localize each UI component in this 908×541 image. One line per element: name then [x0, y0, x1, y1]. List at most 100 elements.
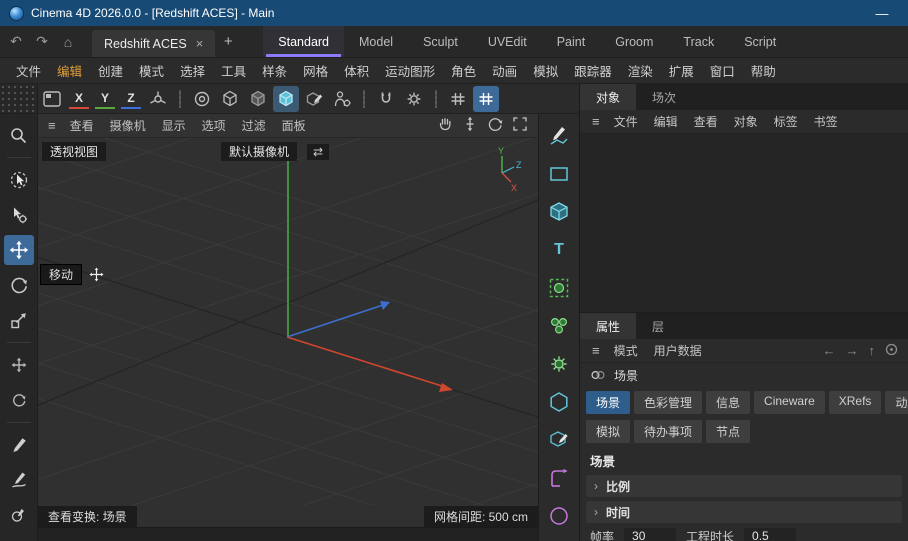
menu-item-render[interactable]: 渲染	[620, 61, 661, 80]
rectangle-spline-icon[interactable]	[543, 160, 575, 188]
menu-item-edit[interactable]: 编辑	[49, 61, 90, 80]
spline-pen-icon[interactable]	[543, 122, 575, 150]
menu-item-file[interactable]: 文件	[8, 61, 49, 80]
am-menu-mode[interactable]: 模式	[606, 342, 646, 359]
menu-item-character[interactable]: 角色	[443, 61, 484, 80]
tab-layers[interactable]: 层	[636, 313, 680, 339]
view-name-label[interactable]: 透视视图	[42, 142, 106, 161]
orbit-view-icon[interactable]	[487, 116, 503, 135]
maximize-view-icon[interactable]	[512, 116, 528, 135]
spline-arc-pen-icon[interactable]	[4, 500, 34, 530]
lock-z-axis-button[interactable]: Z	[121, 89, 141, 109]
am-parent-up-icon[interactable]: ↑	[869, 343, 876, 358]
attr-tab-cineware[interactable]: Cineware	[754, 391, 825, 414]
layout-tab-script[interactable]: Script	[729, 26, 791, 57]
tab-objects[interactable]: 对象	[580, 84, 636, 110]
viewport-menu-filter[interactable]: 过滤	[234, 117, 274, 134]
attribute-hamburger-icon[interactable]: ≡	[586, 343, 606, 358]
menu-item-window[interactable]: 窗口	[702, 61, 743, 80]
menu-item-select[interactable]: 选择	[172, 61, 213, 80]
menu-item-tools[interactable]: 工具	[213, 61, 254, 80]
object-manager-hamburger-icon[interactable]: ≡	[586, 114, 606, 129]
object-list[interactable]	[580, 134, 908, 313]
tweak-mode-icon[interactable]	[4, 200, 34, 230]
menu-item-simulate[interactable]: 模拟	[525, 61, 566, 80]
om-menu-tags[interactable]: 标签	[766, 113, 806, 130]
minimize-button[interactable]: —	[865, 6, 899, 21]
coordinate-system-icon[interactable]	[145, 86, 171, 112]
mograph-cluster-icon[interactable]	[543, 312, 575, 340]
layout-tab-model[interactable]: Model	[344, 26, 408, 57]
cube-edit-pen-icon[interactable]	[301, 86, 327, 112]
attr-tab-color-management[interactable]: 色彩管理	[634, 391, 702, 414]
cloner-object-icon[interactable]	[543, 274, 575, 302]
lock-y-axis-button[interactable]: Y	[95, 89, 115, 109]
sketch-pen-icon[interactable]	[4, 465, 34, 495]
menu-item-mesh[interactable]: 网格	[295, 61, 336, 80]
per-object-rotate-icon[interactable]	[4, 385, 34, 415]
scale-tool-icon[interactable]	[4, 305, 34, 335]
toolbar-grip[interactable]	[0, 84, 38, 113]
am-history-back-icon[interactable]: ←	[823, 343, 836, 358]
viewport-hamburger-icon[interactable]: ≡	[42, 118, 62, 133]
simulation-gear-icon[interactable]	[543, 350, 575, 378]
magnet-snap-icon[interactable]	[373, 86, 399, 112]
snap-settings-gear-icon[interactable]	[401, 86, 427, 112]
attr-tab-xrefs[interactable]: XRefs	[829, 391, 882, 414]
attr-tab-nodes[interactable]: 节点	[706, 420, 750, 443]
cube-shaded-icon-selected[interactable]	[273, 86, 299, 112]
om-menu-object[interactable]: 对象	[726, 113, 766, 130]
duration-field[interactable]: 0.5	[744, 528, 796, 541]
viewport-menu-display[interactable]: 显示	[154, 117, 194, 134]
cube-wireframe-icon[interactable]	[217, 86, 243, 112]
om-menu-file[interactable]: 文件	[606, 113, 646, 130]
viewport-menu-cameras[interactable]: 摄像机	[102, 117, 154, 134]
am-lock-icon[interactable]	[885, 343, 898, 359]
menu-item-create[interactable]: 创建	[90, 61, 131, 80]
bend-deformer-icon[interactable]	[543, 464, 575, 492]
menu-item-mode[interactable]: 模式	[131, 61, 172, 80]
am-history-forward-icon[interactable]: →	[846, 343, 859, 358]
pan-view-icon[interactable]	[437, 116, 453, 135]
search-commander-icon[interactable]	[4, 120, 34, 150]
tab-takes[interactable]: 场次	[636, 84, 692, 110]
viewport-menu-panel[interactable]: 面板	[274, 117, 314, 134]
cube-solid-icon[interactable]	[245, 86, 271, 112]
new-tab-button[interactable]: +	[215, 26, 241, 57]
axis-orientation-gizmo[interactable]: Y Z X	[484, 146, 528, 192]
rotate-tool-icon[interactable]	[4, 270, 34, 300]
live-selection-icon[interactable]	[4, 165, 34, 195]
layout-tab-groom[interactable]: Groom	[600, 26, 668, 57]
viewport-menu-view[interactable]: 查看	[62, 117, 102, 134]
am-menu-userdata[interactable]: 用户数据	[646, 342, 710, 359]
per-object-move-icon[interactable]	[4, 350, 34, 380]
attr-tab-scene[interactable]: 场景	[586, 391, 630, 414]
viewport-menu-options[interactable]: 选项	[194, 117, 234, 134]
group-time[interactable]: › 时间	[586, 501, 902, 523]
history-forward-button[interactable]: ↷	[30, 30, 54, 54]
om-menu-view[interactable]: 查看	[686, 113, 726, 130]
menu-item-extensions[interactable]: 扩展	[661, 61, 702, 80]
menu-item-spline[interactable]: 样条	[254, 61, 295, 80]
group-scale[interactable]: › 比例	[586, 475, 902, 497]
history-back-button[interactable]: ↶	[4, 30, 28, 54]
quantize-grid-icon-active[interactable]	[473, 86, 499, 112]
viewport-canvas[interactable]: 透视视图 默认摄像机 ⇄ Y Z X	[38, 138, 538, 505]
menu-item-help[interactable]: 帮助	[743, 61, 784, 80]
close-tab-icon[interactable]: ×	[196, 36, 204, 51]
menu-item-volume[interactable]: 体积	[336, 61, 377, 80]
om-menu-edit[interactable]: 编辑	[646, 113, 686, 130]
pen-tool-icon[interactable]	[4, 430, 34, 460]
menu-item-tracker[interactable]: 跟踪器	[566, 61, 620, 80]
attr-tab-animation[interactable]: 动画	[885, 391, 908, 414]
om-menu-bookmarks[interactable]: 书签	[806, 113, 846, 130]
tab-attributes[interactable]: 属性	[580, 313, 636, 339]
attr-tab-todo[interactable]: 待办事项	[634, 420, 702, 443]
attribute-object-row[interactable]: 场景	[580, 363, 908, 387]
layout-tab-uvedit[interactable]: UVEdit	[473, 26, 542, 57]
dolly-view-icon[interactable]	[462, 116, 478, 135]
torus-primitive-icon[interactable]	[189, 86, 215, 112]
attr-tab-simulation[interactable]: 模拟	[586, 420, 630, 443]
attr-tab-info[interactable]: 信息	[706, 391, 750, 414]
deformer-extra-icon[interactable]	[543, 502, 575, 530]
